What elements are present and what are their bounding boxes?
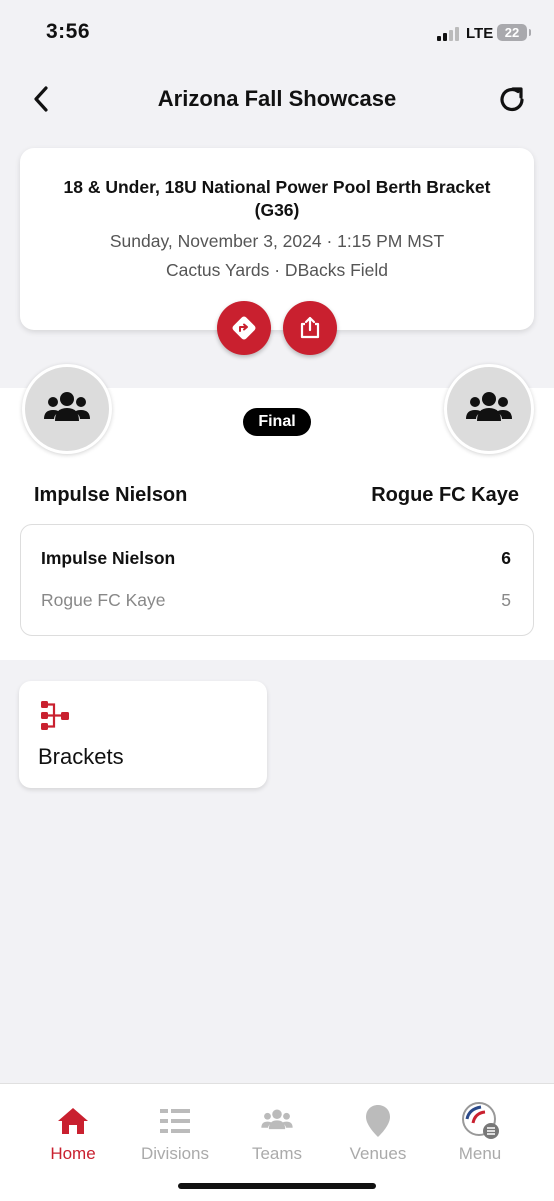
- menu-icon: [462, 1102, 499, 1139]
- status-bar: 3:56 LTE 22: [0, 0, 554, 66]
- matchup-section: Final Impulse Nielson Rogue FC Kaye Impu…: [0, 364, 554, 660]
- team-icon: [44, 392, 90, 421]
- game-title: 18 & Under, 18U National Power Pool Bert…: [63, 177, 491, 220]
- tab-teams[interactable]: Teams: [227, 1104, 327, 1164]
- status-time: 3:56: [46, 20, 91, 43]
- game-datetime: Sunday, November 3, 2024 · 1:15 PM MST: [109, 231, 445, 251]
- score-team-name: Impulse Nielson: [41, 548, 176, 568]
- scoreboard: Impulse Nielson 6 Rogue FC Kaye 5: [20, 524, 534, 636]
- team-icon: [466, 392, 512, 421]
- home-team-avatar: [22, 364, 112, 454]
- refresh-button[interactable]: [494, 82, 530, 118]
- home-team-name[interactable]: Impulse Nielson: [34, 484, 187, 507]
- tab-label: Divisions: [140, 1144, 210, 1163]
- tab-label: Menu: [458, 1144, 502, 1163]
- page-title: Arizona Fall Showcase: [157, 86, 397, 111]
- tab-divisions[interactable]: Divisions: [125, 1104, 225, 1164]
- score-value: 5: [501, 590, 511, 610]
- tab-label: Venues: [349, 1144, 407, 1163]
- battery-icon: 22: [497, 24, 531, 41]
- brackets-label: Brackets: [38, 744, 124, 769]
- score-team-name: Rogue FC Kaye: [41, 590, 166, 610]
- game-info-card: 18 & Under, 18U National Power Pool Bert…: [20, 148, 534, 355]
- away-team-avatar: [444, 364, 534, 454]
- tab-label: Teams: [251, 1144, 303, 1163]
- network-label: LTE: [466, 25, 494, 42]
- score-value: 6: [501, 548, 511, 568]
- signal-icon: [437, 27, 461, 41]
- top-header: Arizona Fall Showcase: [0, 70, 554, 130]
- bracket-icon: [41, 701, 69, 730]
- tab-home[interactable]: Home: [23, 1104, 123, 1164]
- away-team-name[interactable]: Rogue FC Kaye: [371, 484, 519, 507]
- directions-button[interactable]: [217, 301, 271, 355]
- share-icon: [300, 316, 320, 339]
- score-row: Rogue FC Kaye 5: [41, 590, 511, 614]
- share-button[interactable]: [283, 301, 337, 355]
- tab-label: Home: [50, 1144, 96, 1163]
- brackets-tile[interactable]: Brackets: [19, 681, 267, 788]
- tab-venues[interactable]: Venues: [328, 1104, 428, 1164]
- home-indicator: [178, 1183, 376, 1189]
- directions-icon: [232, 316, 256, 340]
- tab-menu[interactable]: Menu: [430, 1102, 530, 1164]
- divisions-icon: [160, 1109, 190, 1133]
- game-status-badge: Final: [243, 408, 311, 436]
- score-row: Impulse Nielson 6: [41, 548, 511, 572]
- teams-icon: [261, 1109, 293, 1130]
- venues-icon: [366, 1105, 390, 1137]
- home-icon: [58, 1108, 88, 1134]
- refresh-icon: [500, 87, 524, 112]
- game-venue: Cactus Yards · DBacks Field: [165, 260, 389, 280]
